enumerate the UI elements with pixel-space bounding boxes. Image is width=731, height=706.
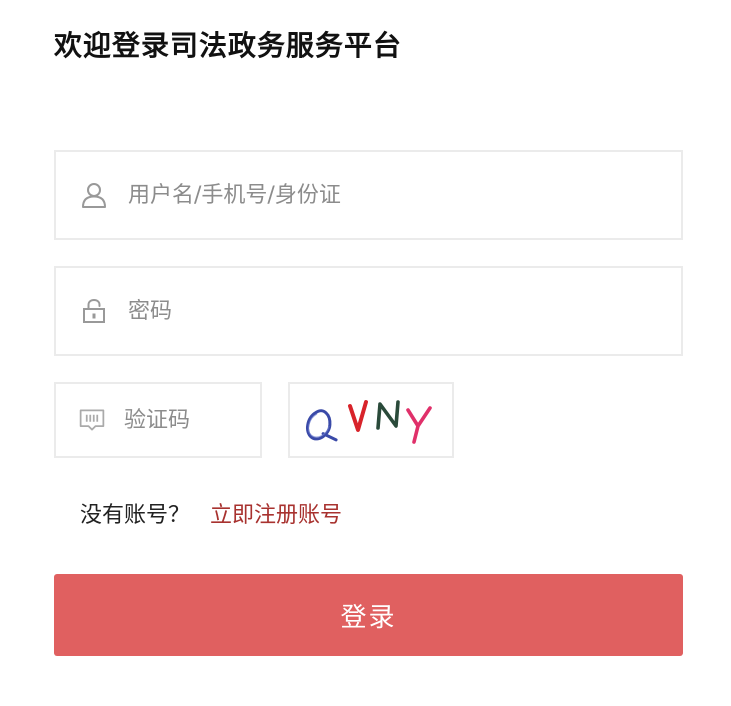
login-button[interactable]: 登录: [54, 574, 683, 656]
page-title: 欢迎登录司法政务服务平台: [54, 29, 403, 62]
username-field[interactable]: [54, 150, 683, 240]
password-field[interactable]: [54, 266, 683, 356]
register-row: 没有账号？ 立即注册账号: [80, 500, 342, 532]
captcha-image[interactable]: [288, 382, 454, 458]
register-link[interactable]: 立即注册账号: [210, 503, 342, 528]
lock-icon: [80, 297, 108, 325]
captcha-input[interactable]: [124, 384, 260, 456]
password-input[interactable]: [128, 268, 681, 354]
captcha-code: [305, 400, 432, 444]
user-icon: [80, 181, 108, 209]
captcha-field[interactable]: [54, 382, 262, 458]
username-input[interactable]: [128, 152, 681, 238]
register-prompt: 没有账号？: [80, 503, 191, 528]
captcha-icon: [78, 406, 106, 434]
